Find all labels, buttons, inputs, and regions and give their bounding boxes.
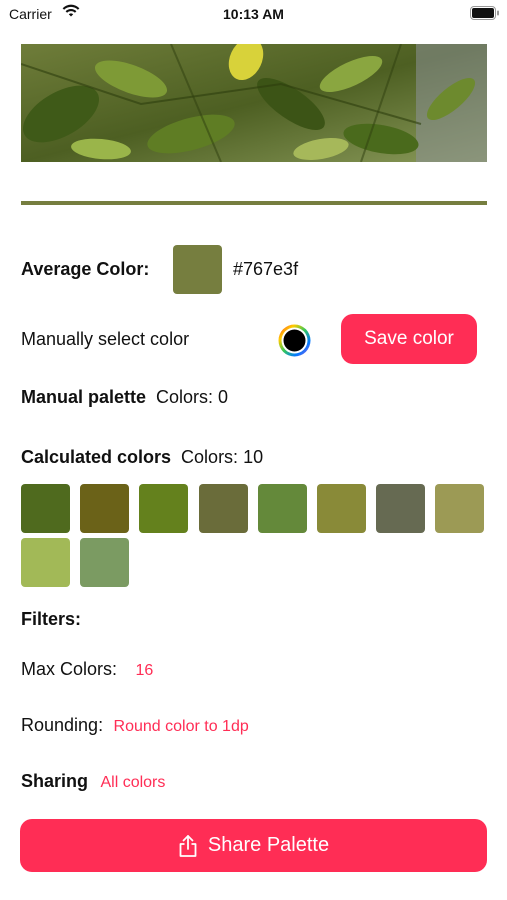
color-wheel-icon bbox=[278, 324, 311, 357]
color-swatch[interactable] bbox=[376, 484, 425, 533]
manual-select-label: Manually select color bbox=[21, 329, 190, 349]
color-swatch[interactable] bbox=[139, 484, 188, 533]
color-swatch[interactable] bbox=[21, 538, 70, 587]
sharing-row[interactable]: Sharing All colors bbox=[21, 771, 165, 792]
share-icon bbox=[178, 834, 198, 858]
share-palette-button[interactable]: Share Palette bbox=[20, 819, 487, 872]
average-color-swatch bbox=[173, 245, 222, 294]
share-palette-label: Share Palette bbox=[207, 834, 330, 856]
calculated-colors-label: Calculated colors bbox=[21, 447, 172, 467]
rounding-row[interactable]: Rounding: Round color to 1dp bbox=[21, 715, 249, 736]
calculated-colors-count: Colors: 10 bbox=[181, 447, 264, 467]
max-colors-value[interactable]: 16 bbox=[135, 662, 153, 679]
manual-palette-count: Colors: 0 bbox=[156, 387, 229, 407]
rounding-value[interactable]: Round color to 1dp bbox=[114, 718, 249, 735]
max-colors-row[interactable]: Max Colors: 16 bbox=[21, 659, 153, 680]
manual-select-row: Manually select color bbox=[21, 329, 189, 350]
average-color-row: Average Color: bbox=[21, 259, 149, 280]
source-photo bbox=[21, 44, 487, 162]
sharing-label: Sharing bbox=[21, 771, 89, 791]
color-swatch[interactable] bbox=[80, 538, 129, 587]
color-swatch[interactable] bbox=[21, 484, 70, 533]
max-colors-label: Max Colors: bbox=[21, 659, 118, 679]
color-picker-button[interactable] bbox=[277, 323, 312, 358]
color-swatch[interactable] bbox=[258, 484, 307, 533]
manual-palette-row: Manual palette Colors: 0 bbox=[21, 387, 228, 408]
average-color-label: Average Color: bbox=[21, 259, 150, 279]
calculated-colors-row: Calculated colors Colors: 10 bbox=[21, 447, 263, 468]
rounding-label: Rounding: bbox=[21, 715, 104, 735]
save-color-button[interactable]: Save color bbox=[341, 314, 477, 364]
average-color-bar bbox=[21, 201, 487, 205]
color-swatch[interactable] bbox=[80, 484, 129, 533]
filters-heading-row: Filters: bbox=[21, 609, 81, 630]
status-time: 10:13 AM bbox=[223, 6, 284, 22]
color-swatch[interactable] bbox=[435, 484, 484, 533]
status-bar: Carrier 10:13 AM bbox=[0, 0, 507, 30]
sharing-value[interactable]: All colors bbox=[100, 774, 165, 791]
average-color-hex: #767e3f bbox=[233, 259, 299, 279]
filters-label: Filters: bbox=[21, 609, 82, 629]
color-swatch[interactable] bbox=[317, 484, 366, 533]
manual-palette-label: Manual palette bbox=[21, 387, 147, 407]
color-swatch[interactable] bbox=[199, 484, 248, 533]
battery-icon bbox=[470, 6, 500, 25]
